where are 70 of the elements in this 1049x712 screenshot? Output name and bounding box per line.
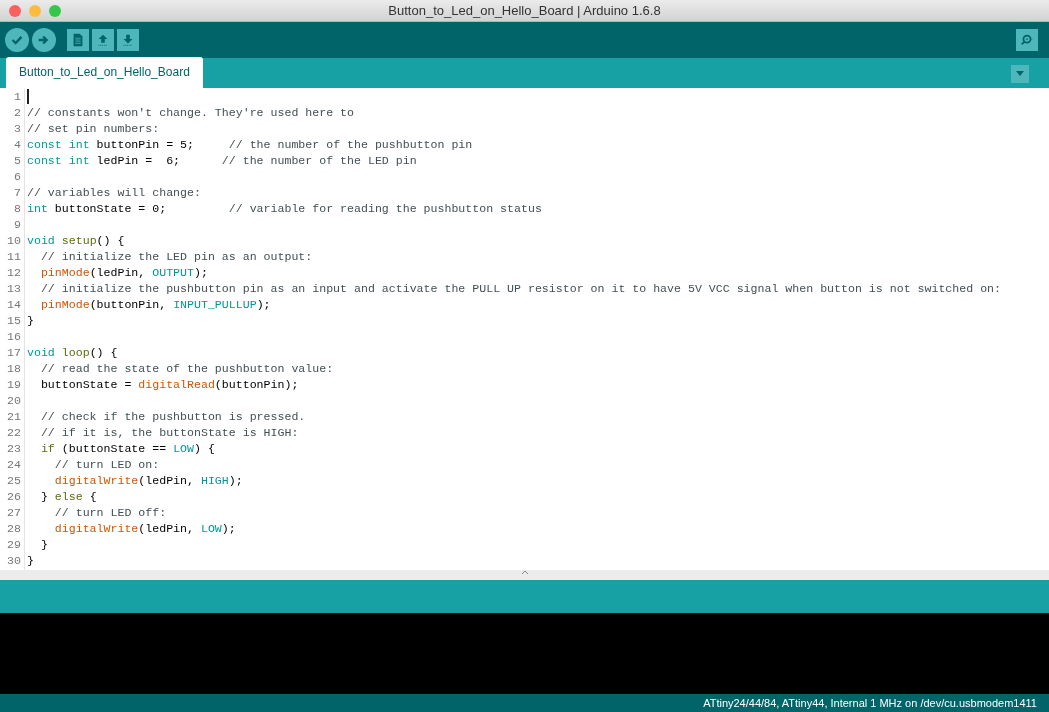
code-line: pinMode(ledPin, OUTPUT); [39,265,208,281]
line-number: 28 [6,521,22,537]
line-number: 21 [6,409,22,425]
code-line: digitalWrite(ledPin, LOW); [53,521,236,537]
code-line: buttonState = digitalRead(buttonPin); [39,377,299,393]
line-number: 16 [6,329,22,345]
code-line: void loop() { [27,345,118,361]
code-line: // read the state of the pushbutton value: [39,361,334,377]
line-number: 12 [6,265,22,281]
code-line: const int buttonPin = 5; // the number of the pushbutton pin [27,137,473,153]
upload-button[interactable] [32,28,56,52]
line-number: 24 [6,457,22,473]
save-button[interactable] [117,29,139,51]
code-line: } else { [39,489,97,505]
line-number: 13 [6,281,22,297]
line-number: 2 [13,105,22,121]
line-number: 20 [6,393,22,409]
new-file-button[interactable] [67,29,89,51]
code-line: // initialize the LED pin as an output: [39,249,313,265]
code-line: } [39,537,48,553]
code-line: if (buttonState == LOW) { [39,441,215,457]
code-line: // turn LED off: [53,505,167,521]
zoom-button[interactable] [49,4,61,17]
code-line: // variables will change: [27,185,201,201]
line-number: 15 [6,313,22,329]
code-line: digitalWrite(ledPin, HIGH); [53,473,243,489]
close-button[interactable] [9,4,21,17]
line-number: 4 [13,137,22,153]
line-number: 26 [6,489,22,505]
line-number: 9 [13,217,22,233]
line-number: 5 [13,153,22,169]
line-number: 30 [6,553,22,569]
line-number: 14 [6,297,22,313]
line-number: 18 [6,361,22,377]
line-number: 11 [6,249,22,265]
code-line: // set pin numbers: [27,121,160,137]
file-tab[interactable]: Button_to_Led_on_Hello_Board [6,57,203,88]
line-number: 1 [13,89,22,105]
code-line: // constants won't change. They're used here to [27,105,354,121]
code-line: // check if the pushbutton is pressed. [39,409,306,425]
dropdown-caret-icon [1015,71,1025,77]
line-number: 23 [6,441,22,457]
line-number: 6 [13,169,22,185]
code-line: // if it is, the buttonState is HIGH: [39,425,299,441]
code-line: // initialize the pushbutton pin as an input and activate the PULL UP resistor on it to have 5V VCC signal when button is not switched on: [39,281,1002,297]
status-text: ATtiny24/44/84, ATtiny44, Internal 1 MHz on /dev/cu.usbmodem1411 [703,695,1037,711]
tab-menu-button[interactable] [1011,65,1029,83]
line-number: 29 [6,537,22,553]
code-line: int buttonState = 0; // variable for reading the pushbutton status [27,201,542,217]
serial-monitor-button[interactable] [1016,29,1038,51]
open-button[interactable] [92,29,114,51]
window-title: Button_to_Led_on_Hello_Board | Arduino 1.6.8 [388,1,661,20]
code-line: const int ledPin = 6; // the number of the LED pin [27,153,417,169]
magnifier-icon [1019,32,1035,48]
line-number: 8 [13,201,22,217]
code-line: void setup() { [27,233,125,249]
line-number: 25 [6,473,22,489]
line-number: 17 [6,345,22,361]
line-number: 19 [6,377,22,393]
line-number: 22 [6,425,22,441]
line-number: 27 [6,505,22,521]
resize-handle-icon[interactable] [521,570,528,575]
code-line: pinMode(buttonPin, INPUT_PULLUP); [39,297,271,313]
line-number: 10 [6,233,22,249]
verify-button[interactable] [5,28,29,52]
line-number: 3 [13,121,22,137]
line-number: 7 [13,185,22,201]
code-line: } [27,313,34,329]
code-line: // turn LED on: [53,457,160,473]
code-line: } [27,553,34,569]
